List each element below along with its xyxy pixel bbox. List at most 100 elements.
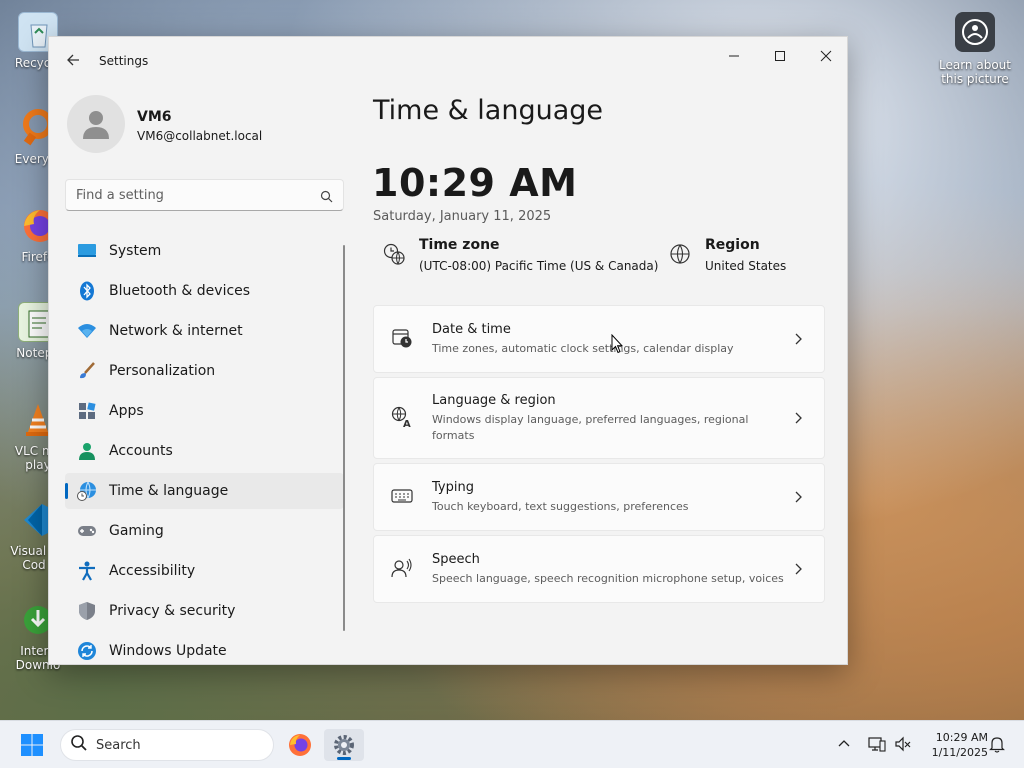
region-value: United States — [705, 259, 787, 273]
monitor-icon — [77, 241, 97, 261]
gamepad-icon — [77, 521, 97, 541]
sidebar-item-privacy[interactable]: Privacy & security — [65, 593, 344, 629]
avatar[interactable] — [67, 95, 125, 153]
card-typing[interactable]: Typing Touch keyboard, text suggestions,… — [373, 463, 825, 531]
card-subtitle: Touch keyboard, text suggestions, prefer… — [432, 499, 689, 513]
start-button[interactable] — [20, 733, 44, 757]
sidebar-item-accessibility[interactable]: Accessibility — [65, 553, 344, 589]
sidebar-item-apps[interactable]: Apps — [65, 393, 344, 429]
taskbar: Search 10:29 AM 1/11/2025 — [0, 720, 1024, 768]
minimize-button[interactable] — [711, 41, 757, 71]
sidebar-item-label: Accessibility — [109, 563, 196, 579]
globe-clock-icon — [77, 481, 97, 501]
globe-clock-icon — [383, 243, 407, 267]
card-language-region[interactable]: A Language & region Windows display lang… — [373, 377, 825, 459]
accessibility-icon — [77, 561, 97, 581]
gear-icon — [334, 735, 354, 755]
notifications-button[interactable] — [988, 735, 1006, 753]
region-title: Region — [705, 237, 760, 253]
arrow-left-icon — [67, 54, 79, 66]
windows-logo-icon — [21, 734, 43, 756]
find-setting-box[interactable] — [65, 179, 344, 211]
taskbar-firefox[interactable] — [280, 729, 320, 761]
maximize-icon — [775, 51, 785, 61]
title-bar[interactable]: Settings — [49, 37, 847, 85]
clock-time: 10:29 AM — [935, 731, 988, 744]
network-monitor-icon — [868, 737, 886, 752]
search-input[interactable] — [76, 186, 306, 204]
user-silhouette-icon — [83, 111, 109, 139]
time-zone-title: Time zone — [419, 237, 500, 253]
current-time: 10:29 AM — [372, 161, 578, 205]
accounts-icon — [77, 441, 97, 461]
minimize-icon — [729, 55, 739, 57]
taskbar-settings[interactable] — [324, 729, 364, 761]
show-hidden-icons-button[interactable] — [836, 736, 852, 752]
sidebar-item-personalization[interactable]: Personalization — [65, 353, 344, 389]
sidebar-item-system[interactable]: System — [65, 233, 344, 269]
firefox-icon — [289, 734, 311, 756]
search-icon[interactable] — [320, 188, 333, 207]
card-title: Date & time — [432, 321, 511, 337]
speech-icon — [391, 557, 415, 581]
sidebar-item-gaming[interactable]: Gaming — [65, 513, 344, 549]
sidebar-item-bluetooth[interactable]: Bluetooth & devices — [65, 273, 344, 309]
keyboard-icon — [391, 485, 415, 509]
speaker-muted-icon — [895, 736, 911, 752]
close-icon — [820, 50, 832, 62]
chevron-right-icon — [790, 489, 806, 505]
back-button[interactable] — [63, 53, 83, 71]
chevron-right-icon — [790, 561, 806, 577]
maximize-button[interactable] — [757, 41, 803, 71]
search-icon — [70, 734, 88, 756]
sidebar-item-label: Time & language — [109, 483, 229, 499]
mouse-cursor-icon — [611, 334, 623, 354]
card-title: Language & region — [432, 392, 556, 408]
bluetooth-icon — [77, 281, 97, 301]
card-title: Typing — [432, 479, 474, 495]
clock-date: 1/11/2025 — [931, 746, 988, 759]
sidebar-item-label: Windows Update — [109, 643, 227, 659]
profile-email: VM6@collabnet.local — [137, 129, 263, 143]
tray-network[interactable] — [868, 735, 886, 753]
brush-icon — [77, 361, 97, 381]
settings-cards: Date & time Time zones, automatic clock … — [373, 305, 825, 607]
learn-about-picture[interactable]: Learn about this picture — [938, 12, 1012, 86]
close-button[interactable] — [803, 41, 847, 71]
sidebar-item-label: Network & internet — [109, 323, 243, 339]
language-icon: A — [391, 406, 415, 430]
card-subtitle: Windows display language, preferred lang… — [432, 412, 749, 442]
app-title: Settings — [99, 54, 149, 68]
sidebar-item-label: Bluetooth & devices — [109, 283, 251, 299]
sidebar-item-time-language[interactable]: Time & language — [65, 473, 344, 509]
current-date: Saturday, January 11, 2025 — [373, 209, 552, 224]
tray-volume[interactable] — [894, 735, 912, 753]
sidebar-item-accounts[interactable]: Accounts — [65, 433, 344, 469]
profile-name: VM6 — [137, 109, 172, 125]
time-zone-value: (UTC-08:00) Pacific Time (US & Canada) — [419, 259, 659, 273]
sidebar-item-label: Privacy & security — [109, 603, 236, 619]
sidebar-scrollbar[interactable] — [343, 245, 345, 631]
bell-icon — [989, 737, 1005, 753]
taskbar-search-label: Search — [96, 737, 141, 753]
taskbar-search[interactable]: Search — [60, 729, 274, 761]
sidebar-item-label: Gaming — [109, 523, 164, 539]
card-speech[interactable]: Speech Speech language, speech recogniti… — [373, 535, 825, 603]
taskbar-clock[interactable]: 10:29 AM 1/11/2025 — [918, 730, 988, 760]
card-subtitle: Time zones, automatic clock settings, ca… — [432, 341, 734, 355]
page-title: Time & language — [373, 95, 604, 126]
card-title: Speech — [432, 551, 480, 567]
sidebar-item-label: Accounts — [109, 443, 173, 459]
sidebar-item-windows-update[interactable]: Windows Update — [65, 633, 344, 664]
sidebar-item-network[interactable]: Network & internet — [65, 313, 344, 349]
chevron-right-icon — [790, 331, 806, 347]
shield-icon — [77, 601, 97, 621]
chevron-right-icon — [790, 410, 806, 426]
card-date-time[interactable]: Date & time Time zones, automatic clock … — [373, 305, 825, 373]
time-zone-info: Time zone (UTC-08:00) Pacific Time (US &… — [383, 237, 658, 273]
svg-text:A: A — [403, 419, 411, 428]
camera-info-icon — [955, 12, 995, 52]
update-icon — [77, 641, 97, 661]
sidebar-item-label: System — [109, 243, 162, 259]
learn-about-picture-label: Learn about this picture — [939, 58, 1011, 86]
